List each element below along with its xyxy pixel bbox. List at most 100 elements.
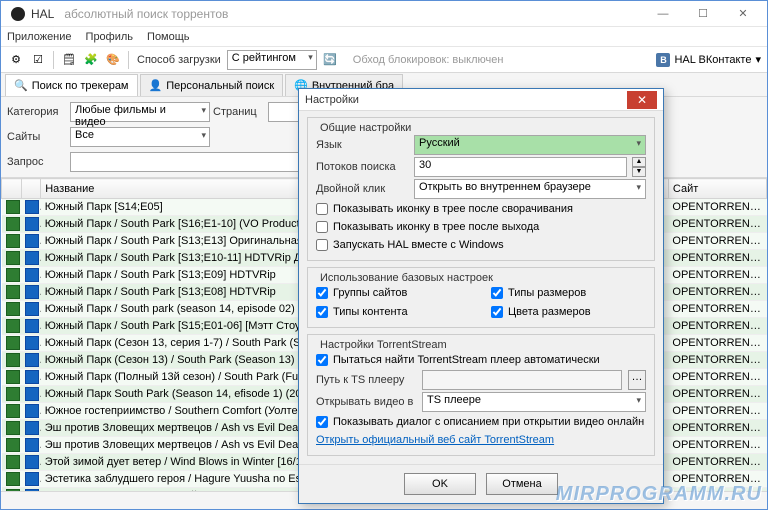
cell-site: OPENTORRENT.R: [668, 454, 766, 471]
cell-site: OPENTORRENT.R: [668, 437, 766, 454]
dblclick-label: Двойной клик: [316, 183, 408, 195]
cell-site: OPENTORRENT.R: [668, 335, 766, 352]
window-minimize[interactable]: —: [643, 3, 683, 25]
watermark: MIRPROGRAMM.RU: [556, 483, 762, 506]
cell-site: OPENTORRENT.R: [668, 233, 766, 250]
tab-tracker-search[interactable]: 🔍 Поиск по трекерам: [5, 74, 138, 96]
threads-spinner[interactable]: ▲▼: [632, 157, 646, 177]
save-icon: [25, 489, 39, 491]
refresh-icon[interactable]: 🔄: [321, 51, 339, 69]
site-groups-check[interactable]: [316, 287, 328, 299]
tab-personal-search[interactable]: 👤 Персональный поиск: [140, 74, 284, 96]
person-icon: 👤: [149, 79, 163, 92]
torrent-icon: [6, 438, 20, 452]
separator: [53, 51, 54, 69]
vk-label: HAL ВКонтакте: [674, 54, 751, 66]
menu-app[interactable]: Приложение: [7, 31, 72, 43]
save-icon: [25, 438, 39, 452]
check-icon[interactable]: ☑: [29, 51, 47, 69]
size-colors-check[interactable]: [491, 306, 503, 318]
torrent-icon: [6, 285, 20, 299]
torrent-icon: [6, 421, 20, 435]
sites-label: Сайты: [7, 131, 67, 143]
lang-combo[interactable]: Русский: [414, 135, 646, 155]
icon-3[interactable]: 🎨: [104, 51, 122, 69]
settings-dialog: Настройки ✕ Общие настройки ЯзыкРусский …: [298, 88, 664, 504]
cell-site: OPENTORRENT.R: [668, 420, 766, 437]
cell-site: OPENTORRENT.R: [668, 284, 766, 301]
browse-button[interactable]: …: [628, 370, 646, 390]
save-icon: [25, 421, 39, 435]
save-icon: [25, 370, 39, 384]
size-types-check[interactable]: [491, 287, 503, 299]
torrent-icon: [6, 234, 20, 248]
save-icon: [25, 285, 39, 299]
save-icon: [25, 302, 39, 316]
ts-auto-check[interactable]: [316, 354, 328, 366]
torrent-icon: [6, 200, 20, 214]
content-types-check[interactable]: [316, 306, 328, 318]
torrent-icon: [6, 455, 20, 469]
cell-site: OPENTORRENT.R: [668, 267, 766, 284]
ts-path-input[interactable]: [422, 370, 622, 390]
menu-help[interactable]: Помощь: [147, 31, 190, 43]
cell-site: OPENTORRENT.R: [668, 352, 766, 369]
ts-open-combo[interactable]: TS плеере: [422, 392, 646, 412]
pages-label: Страниц: [213, 106, 265, 118]
torrent-icon: [6, 217, 20, 231]
query-input[interactable]: [70, 152, 318, 172]
ts-official-link[interactable]: Открыть официальный веб сайт TorrentStre…: [316, 434, 554, 446]
torrent-icon: [6, 319, 20, 333]
dblclick-combo[interactable]: Открыть во внутреннем браузере: [414, 179, 646, 199]
cell-site: OPENTORRENT.R: [668, 386, 766, 403]
window-maximize[interactable]: ☐: [683, 3, 723, 25]
save-icon: [25, 455, 39, 469]
download-method-label: Способ загрузки: [137, 54, 221, 66]
col-header[interactable]: [2, 179, 22, 199]
ts-group-title: Настройки TorrentStream: [316, 339, 451, 351]
category-combo[interactable]: Любые фильмы и видео: [70, 102, 210, 122]
save-icon: [25, 387, 39, 401]
app-title: HAL: [31, 7, 54, 21]
blocker-status: Обход блокировок: выключен: [353, 54, 504, 66]
save-icon: [25, 251, 39, 265]
torrent-icon: [6, 336, 20, 350]
threads-input[interactable]: 30: [414, 157, 627, 177]
startup-check[interactable]: [316, 239, 328, 251]
torrent-icon: [6, 404, 20, 418]
category-label: Категория: [7, 106, 67, 118]
cell-site: OPENTORRENT.R: [668, 301, 766, 318]
icon-1[interactable]: 🗒: [60, 51, 78, 69]
tray-minimize-check[interactable]: [316, 203, 328, 215]
ts-desc-check[interactable]: [316, 416, 328, 428]
cell-site: OPENTORRENT.R: [668, 403, 766, 420]
save-icon: [25, 319, 39, 333]
query-label: Запрос: [7, 156, 67, 168]
torrent-icon: [6, 251, 20, 265]
sites-combo[interactable]: Все: [70, 127, 210, 147]
cancel-button[interactable]: Отмена: [486, 473, 558, 495]
col-header[interactable]: [21, 179, 41, 199]
tray-exit-check[interactable]: [316, 221, 328, 233]
icon-2[interactable]: 🧩: [82, 51, 100, 69]
ok-button[interactable]: OK: [404, 473, 476, 495]
save-icon: [25, 472, 39, 486]
torrent-icon: [6, 472, 20, 486]
cell-site: OPENTORRENT.R: [668, 199, 766, 216]
download-method-combo[interactable]: С рейтингом: [227, 50, 317, 70]
threads-label: Потоков поиска: [316, 161, 408, 173]
dialog-close[interactable]: ✕: [627, 91, 657, 109]
save-icon: [25, 353, 39, 367]
dialog-title: Настройки: [305, 94, 359, 106]
col-header[interactable]: Сайт: [668, 179, 766, 199]
torrent-icon: [6, 387, 20, 401]
cell-site: OPENTORRENT.R: [668, 250, 766, 267]
torrent-icon: [6, 489, 20, 491]
save-icon: [25, 234, 39, 248]
settings-icon[interactable]: ⚙: [7, 51, 25, 69]
menu-profile[interactable]: Профиль: [86, 31, 134, 43]
window-close[interactable]: ✕: [723, 3, 763, 25]
torrent-icon: [6, 370, 20, 384]
vk-link[interactable]: B HAL ВКонтакте ▾: [656, 53, 761, 67]
app-logo: [11, 7, 25, 21]
